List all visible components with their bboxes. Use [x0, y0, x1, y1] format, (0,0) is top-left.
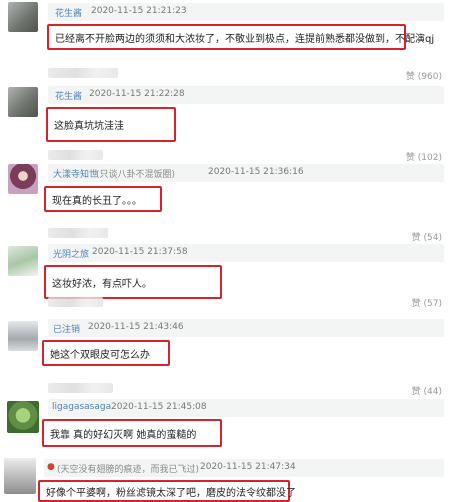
comment-item: 花生酱 2020-11-15 21:22:28 这脸真坑坑洼洼 赞 (102) — [0, 83, 450, 163]
username[interactable]: (天空没有翅膀的痕迹，而我已飞过) — [57, 462, 199, 475]
username[interactable]: 已注销 — [53, 322, 80, 335]
comment-item: ligagasasaga 2020-11-15 21:45:08 我靠 真的好幻… — [0, 396, 450, 454]
username[interactable]: 花生酱 — [55, 6, 82, 19]
blurred-reply-info — [48, 68, 118, 78]
comment-text: 我靠 真的好幻灭啊 她真的蛮糙的 — [42, 419, 222, 447]
timestamp: 2020-11-15 21:22:28 — [89, 89, 185, 99]
avatar[interactable] — [8, 2, 38, 32]
avatar[interactable] — [8, 164, 38, 194]
badge-icon: ● — [47, 462, 55, 472]
comment-item: 花生酱 2020-11-15 21:21:23 已经离不开脸两边的须须和大浓妆了… — [0, 0, 450, 82]
timestamp: 2020-11-15 21:21:23 — [91, 6, 187, 16]
comment-text: 现在真的长丑了。。。 — [44, 186, 162, 212]
like-label: 赞 — [405, 72, 415, 82]
username[interactable]: 光阴之旅 — [53, 247, 89, 260]
comment-item: 已注销 2020-11-15 21:43:46 她这个双眼皮可怎么办 赞 (44… — [0, 318, 450, 397]
username[interactable]: ligagasasaga — [52, 402, 111, 412]
comment-text: 好像个平婆啊，粉丝滤镜太深了吧，磨皮的法令纹都没了 — [38, 480, 296, 502]
like-count: (102) — [417, 153, 442, 163]
avatar[interactable] — [8, 246, 38, 276]
like-button[interactable]: 赞 (57) — [412, 296, 442, 309]
like-button[interactable]: 赞 (102) — [406, 150, 442, 163]
comment-text: 这脸真坑坑洼洼 — [46, 107, 176, 142]
timestamp: 2020-11-15 21:43:46 — [88, 322, 184, 332]
like-button[interactable]: 赞 (960) — [406, 69, 442, 82]
like-label: 赞 — [411, 299, 421, 309]
timestamp: 2020-11-15 21:45:08 — [111, 402, 207, 412]
comment-text: 这妆好浓，有点吓人。 — [44, 265, 222, 299]
comment-text: 已经离不开脸两边的须须和大浓妆了，不敬业到极点，连提前熟悉都没做到，不配演qj — [47, 24, 434, 50]
like-label: 赞 — [405, 153, 415, 163]
timestamp: 2020-11-15 21:47:34 — [200, 462, 296, 472]
like-count: (57) — [423, 299, 442, 309]
comment-text: 她这个双眼皮可怎么办 — [42, 340, 170, 366]
blurred-reply-info — [48, 150, 103, 160]
username[interactable]: 花生酱 — [55, 89, 82, 102]
timestamp: 2020-11-15 21:36:16 — [208, 167, 304, 177]
blurred-reply-info — [48, 228, 108, 238]
blurred-reply-info — [48, 383, 113, 393]
avatar[interactable] — [8, 87, 38, 117]
comment-item: ● (天空没有翅膀的痕迹，而我已飞过) 2020-11-15 21:47:34 … — [0, 456, 450, 502]
avatar[interactable] — [7, 401, 39, 433]
timestamp: 2020-11-15 21:37:58 — [92, 247, 188, 257]
user-badge: (只谈八卦不混饭圈) — [96, 170, 176, 180]
avatar[interactable] — [4, 458, 36, 494]
comment-item: 光阴之旅 2020-11-15 21:37:58 这妆好浓，有点吓人。 赞 (5… — [0, 241, 450, 319]
username[interactable]: 大漾寺知世 — [53, 167, 98, 180]
avatar[interactable] — [8, 321, 38, 351]
blurred-reply-info — [48, 297, 103, 307]
comment-item: 大漾寺知世 (只谈八卦不混饭圈) 2020-11-15 21:36:16 现在真… — [0, 163, 450, 243]
like-count: (960) — [417, 72, 442, 82]
